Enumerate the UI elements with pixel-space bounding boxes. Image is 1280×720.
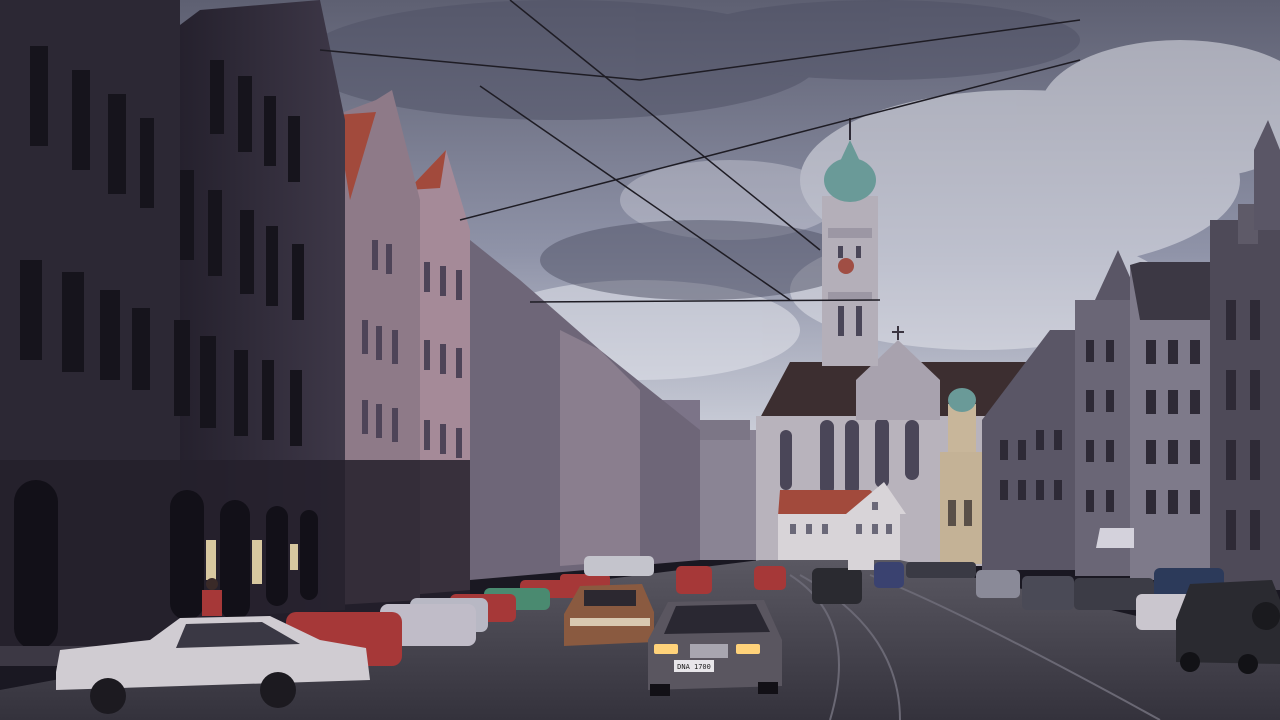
tower-clock-icon <box>838 258 854 274</box>
dark-suv <box>1176 580 1280 674</box>
front-sedan: DNA 1700 <box>648 600 782 696</box>
brown-sedan <box>564 584 654 646</box>
church-tower <box>822 196 878 366</box>
street-scene: DNA 1700 <box>0 0 1280 720</box>
white-house <box>778 482 906 564</box>
side-tower-dome <box>948 388 976 412</box>
license-plate-text: DNA 1700 <box>677 663 711 671</box>
